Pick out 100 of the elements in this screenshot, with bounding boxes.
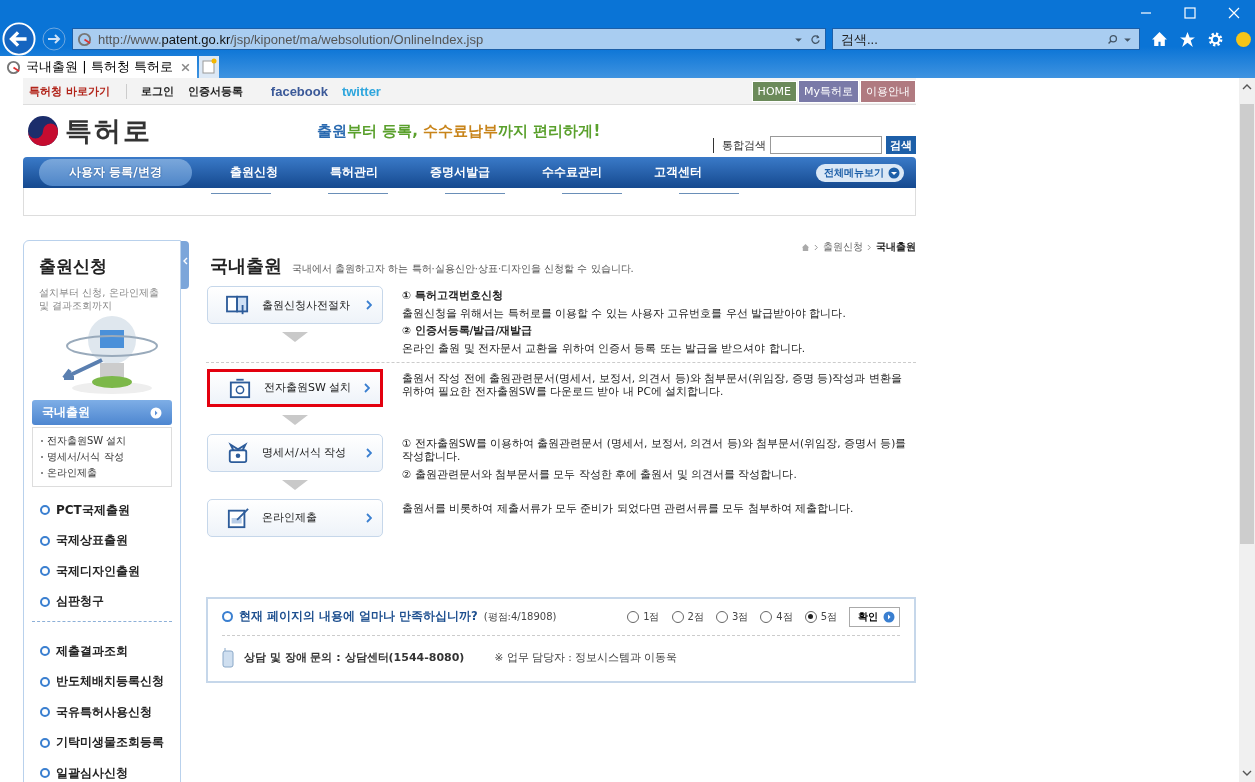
step-description: ① 전자출원SW를 이용하여 출원관련문서 (명세서, 보정서, 의견서 등)와 첨부문서(위임장, 증명서 등)를 작성합니다.	[402, 436, 908, 464]
rating-label[interactable]: 5점	[820, 609, 837, 624]
browser-search-field[interactable]: 검색...	[832, 28, 1140, 50]
ring-icon	[40, 707, 50, 718]
forward-button[interactable]	[42, 27, 66, 51]
step-button[interactable]: 명세서/서식 작성	[207, 433, 383, 472]
search-icon[interactable]	[1107, 33, 1118, 45]
sidebar-item[interactable]: 국유특허사용신청	[56, 703, 152, 721]
step-description: 출원신청을 위해서는 특허로를 이용할 수 있는 사용자 고유번호를 우선 발급받아야 합니다.	[402, 306, 847, 321]
step-description: ② 출원관련문서와 첨부문서를 모두 작성한 후에 출원서 및 의견서를 작성합니다.	[402, 467, 798, 482]
contact-info: 상담 및 장애 문의 : 상담센터(1544-8080)	[244, 650, 465, 666]
step-button[interactable]: 전자출원SW 설치	[207, 368, 383, 407]
chevron-right-icon	[814, 243, 819, 251]
breadcrumb-item: 국내출원	[876, 240, 916, 254]
survey-question: 현재 페이지의 내용에 얼마나 만족하십니까?	[239, 609, 478, 625]
ring-icon	[40, 505, 50, 516]
search-button[interactable]: 검색	[886, 136, 916, 154]
ring-icon	[40, 566, 50, 577]
sidebar-subitem[interactable]: 온라인제출	[47, 466, 97, 480]
chevron-right-icon[interactable]	[366, 447, 372, 458]
scroll-thumb[interactable]	[1240, 104, 1254, 544]
chevron-right-icon[interactable]	[150, 406, 162, 419]
social-link[interactable]: facebook	[270, 83, 328, 99]
scroll-down-icon[interactable]	[1242, 769, 1252, 777]
nav-tab[interactable]: 고객센터	[627, 157, 728, 188]
rating-label[interactable]: 1점	[643, 609, 660, 624]
sidebar-item[interactable]: 반도체배치등록신청	[56, 673, 164, 691]
settings-icon[interactable]	[1207, 30, 1224, 48]
header-button[interactable]: 이용안내	[860, 79, 916, 103]
phone-icon	[222, 647, 234, 668]
sidebar-item[interactable]: 국제디자인출원	[56, 562, 140, 580]
chevron-right-icon[interactable]	[364, 382, 370, 393]
emblem-icon	[27, 115, 59, 147]
url-text[interactable]: http://www.patent.go.kr/jsp/kiponet/ma/websolution/OnlineIndex.jsp	[98, 31, 787, 47]
rating-label[interactable]: 4점	[776, 609, 793, 624]
site-logo[interactable]: 특허로	[65, 113, 152, 149]
nav-tab[interactable]: 수수료관리	[515, 157, 628, 188]
ring-icon	[40, 676, 50, 687]
manager-info: ※ 업무 담당자 : 정보시스템과 이동욱	[494, 650, 678, 665]
step-description: 출원서를 비롯하여 제출서류가 모두 준비가 되었다면 관련서류를 모두 첨부하여 제출합니다.	[402, 501, 855, 516]
chevron-down-icon[interactable]	[888, 166, 900, 179]
chevron-right-icon[interactable]	[366, 512, 372, 523]
sidebar-item[interactable]: 제출결과조회	[56, 642, 128, 660]
address-bar[interactable]: http://www.patent.go.kr/jsp/kiponet/ma/websolution/OnlineIndex.jsp	[72, 28, 826, 50]
step-button[interactable]: 온라인제출	[207, 498, 383, 537]
ring-icon	[40, 737, 50, 748]
sidebar-item[interactable]: 일괄심사신청	[56, 764, 128, 782]
breadcrumb-item[interactable]: 출원신청	[823, 240, 863, 254]
header-button[interactable]: My특허로	[798, 79, 859, 103]
book-icon[interactable]	[226, 294, 250, 316]
all-menu-button[interactable]: 전체메뉴보기	[816, 163, 904, 182]
ring-icon	[40, 768, 50, 779]
down-arrow-icon	[282, 414, 308, 425]
feedback-icon[interactable]	[1235, 30, 1252, 48]
header-button[interactable]: HOME	[751, 80, 797, 102]
sidebar-item[interactable]: 기탁미생물조회등록	[56, 734, 164, 752]
nav-tab[interactable]: 출원신청	[203, 157, 304, 188]
slogan: 출원부터 등록, 수수료납부까지 편리하게!	[317, 121, 601, 141]
step-description: 출원서 작성 전에 출원관련문서(명세서, 보정서, 의견서 등)와 첨부문서(위임장, 증명 등)작성과 변환을 위하여 필요한 전자출원SW를 다운로드 받아 내 PC에 설치합니다.	[402, 371, 903, 399]
sidebar-subtitle: 설치부터 신청, 온라인제출 및 결과조회까지	[39, 286, 160, 312]
ring-icon	[40, 596, 50, 607]
document-icon[interactable]	[226, 506, 250, 529]
chevron-left-icon[interactable]	[182, 257, 188, 265]
shortcut-link[interactable]: 특허청 바로가기	[29, 83, 127, 99]
back-button[interactable]	[2, 22, 36, 56]
chevron-right-icon[interactable]	[366, 300, 372, 310]
step-heading: ② 인증서등록/발급/재발급	[402, 324, 534, 338]
close-icon[interactable]	[180, 61, 191, 73]
step-heading: ① 특허고객번호신청	[402, 289, 504, 303]
sidebar-item[interactable]: 국제상표출원	[56, 532, 128, 550]
favorites-star-icon[interactable]	[1179, 30, 1196, 48]
down-arrow-icon	[282, 332, 308, 342]
chevron-right-icon	[867, 243, 872, 251]
step-button[interactable]: 출원신청사전절차	[207, 286, 383, 324]
sidebar-subitem[interactable]: 전자출원SW 설치	[47, 434, 127, 448]
sidebar-item[interactable]: 심판청구	[56, 593, 104, 611]
survey-score: (평점:4/18908)	[483, 609, 557, 624]
nav-tab[interactable]: 증명서발급	[403, 157, 516, 188]
search-label: 통합검색	[713, 137, 766, 153]
home-icon[interactable]	[1151, 30, 1168, 48]
ring-icon	[40, 535, 50, 546]
ring-icon	[222, 611, 233, 623]
nav-tab[interactable]: 특허관리	[303, 157, 404, 188]
rating-label[interactable]: 2점	[687, 609, 704, 624]
confirm-button[interactable]: 확인	[849, 606, 900, 627]
sidebar-item[interactable]: PCT국제출원	[56, 501, 130, 519]
page-description: 국내에서 출원하고자 하는 특허·실용신안·상표·디자인을 신청할 수 있습니다.	[292, 262, 634, 276]
search-field[interactable]	[770, 136, 882, 154]
rating-label[interactable]: 3점	[731, 609, 749, 624]
scroll-up-icon[interactable]	[1242, 83, 1252, 91]
utility-link[interactable]: 로그인	[140, 83, 174, 99]
browser-tab[interactable]: 국내출원 | 특허청 특허로	[0, 56, 197, 78]
sidebar-subitem[interactable]: 명세서/서식 작성	[47, 450, 124, 464]
chevron-right-icon[interactable]	[883, 610, 895, 623]
refresh-icon[interactable]	[810, 33, 821, 45]
utility-link[interactable]: 인증서등록	[187, 83, 243, 99]
sidebar-title: 출원신청	[39, 255, 108, 278]
browser-search-input[interactable]: 검색...	[839, 30, 1103, 48]
tab-title[interactable]: 국내출원 | 특허청 특허로	[26, 58, 175, 76]
maximize-icon[interactable]	[1183, 5, 1197, 20]
